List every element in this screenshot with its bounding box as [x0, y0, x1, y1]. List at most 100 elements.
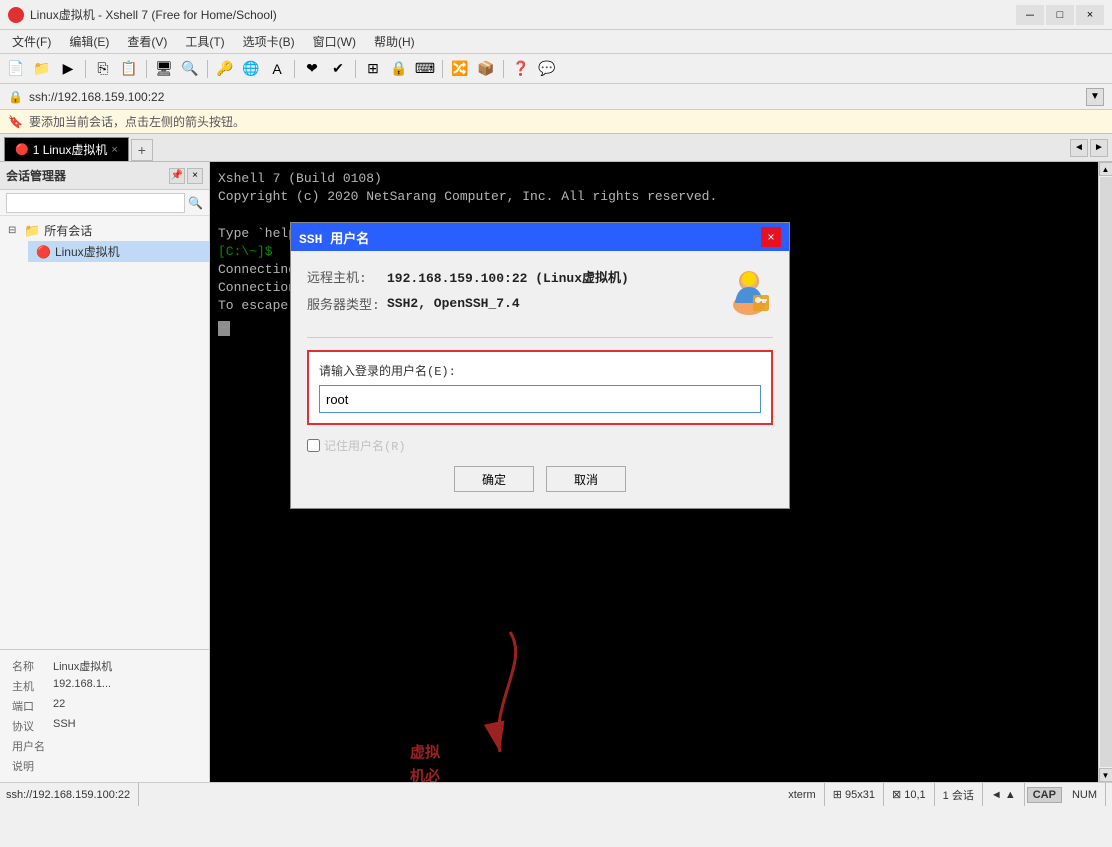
right-scrollbar[interactable]: ▲ ▼ [1098, 162, 1112, 782]
scrollbar-down-btn[interactable]: ▼ [1099, 768, 1112, 782]
status-term: xterm [780, 783, 825, 806]
toolbar-btn-heart[interactable]: ❤ [300, 58, 324, 80]
info-message: 要添加当前会话，点击左侧的箭头按钮。 [29, 113, 245, 130]
toolbar-btn-check[interactable]: ✔ [326, 58, 350, 80]
toolbar-btn-zoom[interactable]: 🔍 [178, 58, 202, 80]
toolbar-btn-help[interactable]: ❓ [509, 58, 533, 80]
toolbar-btn-msg[interactable]: 💬 [535, 58, 559, 80]
info-value-desc [49, 756, 201, 776]
tree-folder-icon: 📁 [24, 223, 40, 239]
nav-left-icon[interactable]: ◄ [991, 789, 1002, 801]
maximize-button[interactable]: □ [1046, 5, 1074, 25]
toolbar-btn-arrow2[interactable]: 🔀 [448, 58, 472, 80]
toolbar-btn-copy[interactable]: ⎘ [91, 58, 115, 80]
modal-remember-checkbox[interactable] [307, 439, 320, 452]
tree-root-item[interactable]: ⊟ 📁 所有会话 [0, 220, 209, 241]
toolbar-btn-open[interactable]: 📁 [30, 58, 54, 80]
address-dropdown[interactable]: ▼ [1086, 88, 1104, 106]
sidebar: 会话管理器 📌 × 🔍 ⊟ 📁 所有会话 🔴 Linux虚拟机 [0, 162, 210, 782]
tab-add-button[interactable]: + [131, 139, 153, 161]
tree-area: ⊟ 📁 所有会话 🔴 Linux虚拟机 [0, 216, 209, 649]
toolbar-btn-arrow[interactable]: ▶ [56, 58, 80, 80]
scrollbar-up-btn[interactable]: ▲ [1099, 162, 1112, 176]
tree-expand-icon: ⊟ [8, 225, 20, 236]
terminal-area[interactable]: Xshell 7 (Build 0108) Copyright (c) 2020… [210, 162, 1098, 782]
status-size-value: 95x31 [845, 789, 875, 801]
status-position: ⊠ 10,1 [884, 783, 935, 806]
toolbar-btn-transfer[interactable]: 📦 [474, 58, 498, 80]
modal-username-input[interactable] [319, 385, 761, 413]
toolbar-btn-lock[interactable]: 🔒 [387, 58, 411, 80]
info-row-desc: 说明 [8, 756, 201, 776]
tab-nav: ◄ ► [1070, 139, 1108, 157]
sidebar-search-input[interactable] [6, 193, 185, 213]
modal-title: SSH 用户名 [299, 228, 369, 247]
title-bar: Linux虚拟机 - Xshell 7 (Free for Home/Schoo… [0, 0, 1112, 30]
nav-up-icon[interactable]: ▲ [1005, 789, 1016, 801]
address-lock-icon: 🔒 [8, 90, 23, 104]
tab-icon: 🔴 [15, 143, 29, 156]
modal-remote-host-label: 远程主机: [307, 267, 387, 286]
sidebar-pin-btn[interactable]: 📌 [169, 168, 185, 184]
window-controls: － □ × [1016, 5, 1104, 25]
modal-remote-host-value: 192.168.159.100:22 (Linux虚拟机) [387, 267, 629, 286]
modal-server-type-value: SSH2, OpenSSH_7.4 [387, 296, 520, 311]
modal-ok-button[interactable]: 确定 [454, 466, 534, 492]
info-row-port: 端口 22 [8, 696, 201, 716]
modal-server-type-label: 服务器类型: [307, 294, 387, 313]
toolbar-btn-paste[interactable]: 📋 [117, 58, 141, 80]
menu-tools[interactable]: 工具(T) [177, 31, 232, 52]
tab-nav-right[interactable]: ► [1090, 139, 1108, 157]
address-bar: 🔒 ssh://192.168.159.100:22 ▼ [0, 84, 1112, 110]
modal-divider [307, 337, 773, 338]
menu-view[interactable]: 查看(V) [119, 31, 175, 52]
tab-label: 1 Linux虚拟机 [33, 141, 108, 158]
menu-file[interactable]: 文件(F) [4, 31, 59, 52]
content-wrapper: 会话管理器 📌 × 🔍 ⊟ 📁 所有会话 🔴 Linux虚拟机 [0, 162, 1112, 782]
tab-bar: 🔴 1 Linux虚拟机 × + ◄ ► [0, 134, 1112, 162]
sidebar-controls: 📌 × [169, 168, 203, 184]
tab-nav-left[interactable]: ◄ [1070, 139, 1088, 157]
toolbar-btn-grid[interactable]: ⊞ [361, 58, 385, 80]
toolbar-btn-new[interactable]: 📄 [4, 58, 28, 80]
info-label-name: 名称 [8, 656, 49, 676]
info-row-host: 主机 192.168.1... [8, 676, 201, 696]
toolbar-btn-cmd[interactable]: ⌨ [413, 58, 437, 80]
menu-window[interactable]: 窗口(W) [305, 31, 364, 52]
minimize-button[interactable]: － [1016, 5, 1044, 25]
modal-overlay: SSH 用户名 × 远程主机: 192.168.159.100:22 (Linu… [210, 162, 1098, 782]
toolbar-btn-font[interactable]: A [265, 58, 289, 80]
user-avatar-icon [725, 267, 773, 315]
menu-edit[interactable]: 编辑(E) [61, 31, 117, 52]
tab-close-btn[interactable]: × [111, 144, 117, 156]
window-title: Linux虚拟机 - Xshell 7 (Free for Home/Schoo… [30, 6, 277, 23]
status-ssh: ssh://192.168.159.100:22 [6, 783, 139, 806]
info-bar: 🔖 要添加当前会话，点击左侧的箭头按钮。 [0, 110, 1112, 134]
toolbar-btn-key[interactable]: 🔑 [213, 58, 237, 80]
status-sessions: 1 会话 [935, 783, 983, 806]
menu-options[interactable]: 选项卡(B) [235, 31, 303, 52]
toolbar-sep-5 [355, 60, 356, 78]
info-label-port: 端口 [8, 696, 49, 716]
modal-info-table: 远程主机: 192.168.159.100:22 (Linux虚拟机) 服务器类… [307, 267, 709, 321]
pos-icon: ⊠ [892, 788, 901, 801]
toolbar-btn-screen[interactable]: 🖥 [152, 58, 176, 80]
toolbar-sep-2 [146, 60, 147, 78]
info-label-desc: 说明 [8, 756, 49, 776]
tree-child-linux[interactable]: 🔴 Linux虚拟机 [28, 241, 209, 262]
modal-title-bar: SSH 用户名 × [291, 223, 789, 251]
info-row-name: 名称 Linux虚拟机 [8, 656, 201, 676]
close-button[interactable]: × [1076, 5, 1104, 25]
modal-body: 远程主机: 192.168.159.100:22 (Linux虚拟机) 服务器类… [291, 251, 789, 508]
tab-linux[interactable]: 🔴 1 Linux虚拟机 × [4, 137, 129, 161]
modal-close-button[interactable]: × [761, 227, 781, 247]
toolbar-sep-3 [207, 60, 208, 78]
menu-help[interactable]: 帮助(H) [366, 31, 423, 52]
modal-remote-host-row: 远程主机: 192.168.159.100:22 (Linux虚拟机) [307, 267, 709, 286]
info-arrow-icon: 🔖 [8, 115, 23, 129]
modal-cancel-button[interactable]: 取消 [546, 466, 626, 492]
modal-username-section: 请输入登录的用户名(E): [307, 350, 773, 425]
sidebar-close-btn[interactable]: × [187, 168, 203, 184]
toolbar-btn-globe[interactable]: 🌐 [239, 58, 263, 80]
status-size: ⊞ 95x31 [825, 783, 884, 806]
